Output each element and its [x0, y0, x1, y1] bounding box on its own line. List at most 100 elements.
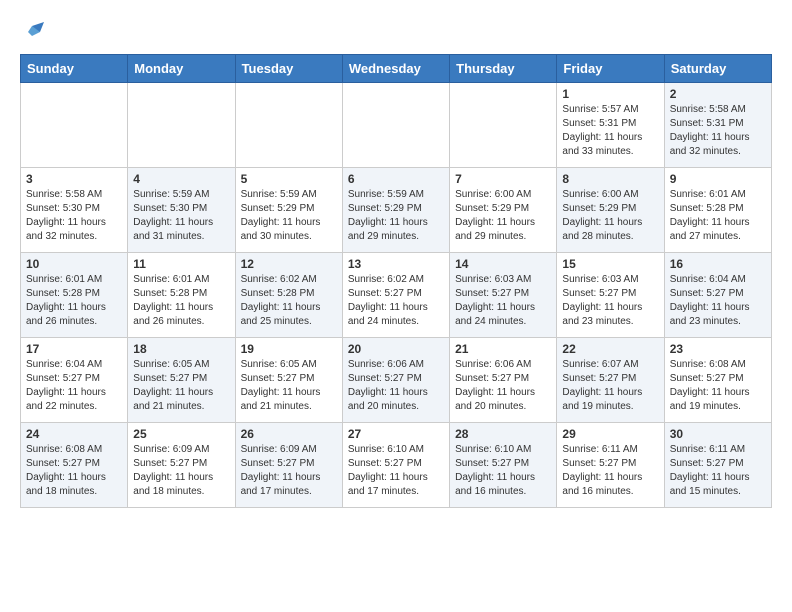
day-number: 7	[455, 172, 551, 186]
week-row-3: 10 Sunrise: 6:01 AM Sunset: 5:28 PM Dayli…	[21, 253, 772, 338]
day-info: Sunrise: 6:11 AM Sunset: 5:27 PM Dayligh…	[562, 443, 658, 499]
day-info: Sunrise: 5:58 AM Sunset: 5:31 PM Dayligh…	[670, 103, 766, 159]
day-number: 1	[562, 87, 658, 101]
day-cell: 24 Sunrise: 6:08 AM Sunset: 5:27 PM Dayli…	[21, 423, 128, 508]
day-cell: 16 Sunrise: 6:04 AM Sunset: 5:27 PM Dayli…	[664, 253, 771, 338]
day-number: 24	[26, 427, 122, 441]
col-header-thursday: Thursday	[450, 55, 557, 83]
day-number: 19	[241, 342, 337, 356]
day-cell	[342, 83, 449, 168]
day-number: 29	[562, 427, 658, 441]
day-number: 28	[455, 427, 551, 441]
day-info: Sunrise: 6:10 AM Sunset: 5:27 PM Dayligh…	[455, 443, 551, 499]
day-cell: 25 Sunrise: 6:09 AM Sunset: 5:27 PM Dayli…	[128, 423, 235, 508]
day-number: 4	[133, 172, 229, 186]
day-number: 10	[26, 257, 122, 271]
week-row-1: 1 Sunrise: 5:57 AM Sunset: 5:31 PM Daylig…	[21, 83, 772, 168]
day-number: 6	[348, 172, 444, 186]
day-cell: 19 Sunrise: 6:05 AM Sunset: 5:27 PM Dayli…	[235, 338, 342, 423]
day-info: Sunrise: 6:01 AM Sunset: 5:28 PM Dayligh…	[133, 273, 229, 329]
week-row-5: 24 Sunrise: 6:08 AM Sunset: 5:27 PM Dayli…	[21, 423, 772, 508]
day-info: Sunrise: 6:07 AM Sunset: 5:27 PM Dayligh…	[562, 358, 658, 414]
day-info: Sunrise: 6:02 AM Sunset: 5:27 PM Dayligh…	[348, 273, 444, 329]
day-info: Sunrise: 5:59 AM Sunset: 5:30 PM Dayligh…	[133, 188, 229, 244]
day-number: 16	[670, 257, 766, 271]
day-cell: 4 Sunrise: 5:59 AM Sunset: 5:30 PM Daylig…	[128, 168, 235, 253]
day-cell: 29 Sunrise: 6:11 AM Sunset: 5:27 PM Dayli…	[557, 423, 664, 508]
week-row-2: 3Sunrise: 5:58 AM Sunset: 5:30 PM Daylig…	[21, 168, 772, 253]
col-header-sunday: Sunday	[21, 55, 128, 83]
day-cell: 8 Sunrise: 6:00 AM Sunset: 5:29 PM Daylig…	[557, 168, 664, 253]
day-info: Sunrise: 5:57 AM Sunset: 5:31 PM Dayligh…	[562, 103, 658, 159]
day-number: 12	[241, 257, 337, 271]
day-cell: 26 Sunrise: 6:09 AM Sunset: 5:27 PM Dayli…	[235, 423, 342, 508]
col-header-saturday: Saturday	[664, 55, 771, 83]
day-info: Sunrise: 5:59 AM Sunset: 5:29 PM Dayligh…	[241, 188, 337, 244]
day-cell: 23 Sunrise: 6:08 AM Sunset: 5:27 PM Dayli…	[664, 338, 771, 423]
logo-bird-icon	[24, 20, 48, 44]
day-number: 17	[26, 342, 122, 356]
col-header-friday: Friday	[557, 55, 664, 83]
day-cell: 3Sunrise: 5:58 AM Sunset: 5:30 PM Daylig…	[21, 168, 128, 253]
day-number: 22	[562, 342, 658, 356]
day-number: 18	[133, 342, 229, 356]
day-number: 2	[670, 87, 766, 101]
day-number: 26	[241, 427, 337, 441]
day-cell: 22 Sunrise: 6:07 AM Sunset: 5:27 PM Dayli…	[557, 338, 664, 423]
day-info: Sunrise: 6:09 AM Sunset: 5:27 PM Dayligh…	[241, 443, 337, 499]
day-cell: 10 Sunrise: 6:01 AM Sunset: 5:28 PM Dayli…	[21, 253, 128, 338]
day-info: Sunrise: 6:05 AM Sunset: 5:27 PM Dayligh…	[241, 358, 337, 414]
day-cell: 17 Sunrise: 6:04 AM Sunset: 5:27 PM Dayli…	[21, 338, 128, 423]
day-info: Sunrise: 6:05 AM Sunset: 5:27 PM Dayligh…	[133, 358, 229, 414]
day-cell: 6 Sunrise: 5:59 AM Sunset: 5:29 PM Daylig…	[342, 168, 449, 253]
day-cell: 5 Sunrise: 5:59 AM Sunset: 5:29 PM Daylig…	[235, 168, 342, 253]
day-info: Sunrise: 6:00 AM Sunset: 5:29 PM Dayligh…	[455, 188, 551, 244]
day-info: Sunrise: 6:08 AM Sunset: 5:27 PM Dayligh…	[670, 358, 766, 414]
day-cell: 15 Sunrise: 6:03 AM Sunset: 5:27 PM Dayli…	[557, 253, 664, 338]
day-cell: 28 Sunrise: 6:10 AM Sunset: 5:27 PM Dayli…	[450, 423, 557, 508]
day-info: Sunrise: 5:58 AM Sunset: 5:30 PM Dayligh…	[26, 188, 122, 244]
week-row-4: 17 Sunrise: 6:04 AM Sunset: 5:27 PM Dayli…	[21, 338, 772, 423]
day-number: 21	[455, 342, 551, 356]
col-header-monday: Monday	[128, 55, 235, 83]
day-number: 14	[455, 257, 551, 271]
day-info: Sunrise: 6:04 AM Sunset: 5:27 PM Dayligh…	[26, 358, 122, 414]
day-info: Sunrise: 6:03 AM Sunset: 5:27 PM Dayligh…	[562, 273, 658, 329]
day-number: 25	[133, 427, 229, 441]
day-cell: 27Sunrise: 6:10 AM Sunset: 5:27 PM Dayli…	[342, 423, 449, 508]
day-info: Sunrise: 6:04 AM Sunset: 5:27 PM Dayligh…	[670, 273, 766, 329]
day-info: Sunrise: 6:11 AM Sunset: 5:27 PM Dayligh…	[670, 443, 766, 499]
day-info: Sunrise: 6:01 AM Sunset: 5:28 PM Dayligh…	[26, 273, 122, 329]
day-cell	[128, 83, 235, 168]
day-info: Sunrise: 6:06 AM Sunset: 5:27 PM Dayligh…	[455, 358, 551, 414]
day-number: 9	[670, 172, 766, 186]
day-cell: 21 Sunrise: 6:06 AM Sunset: 5:27 PM Dayli…	[450, 338, 557, 423]
day-info: Sunrise: 5:59 AM Sunset: 5:29 PM Dayligh…	[348, 188, 444, 244]
day-number: 30	[670, 427, 766, 441]
day-number: 5	[241, 172, 337, 186]
col-header-wednesday: Wednesday	[342, 55, 449, 83]
day-cell: 30 Sunrise: 6:11 AM Sunset: 5:27 PM Dayli…	[664, 423, 771, 508]
day-info: Sunrise: 6:00 AM Sunset: 5:29 PM Dayligh…	[562, 188, 658, 244]
day-cell: 7 Sunrise: 6:00 AM Sunset: 5:29 PM Daylig…	[450, 168, 557, 253]
day-number: 27	[348, 427, 444, 441]
day-info: Sunrise: 6:02 AM Sunset: 5:28 PM Dayligh…	[241, 273, 337, 329]
day-info: Sunrise: 6:06 AM Sunset: 5:27 PM Dayligh…	[348, 358, 444, 414]
day-cell: 14Sunrise: 6:03 AM Sunset: 5:27 PM Dayli…	[450, 253, 557, 338]
day-cell: 13 Sunrise: 6:02 AM Sunset: 5:27 PM Dayli…	[342, 253, 449, 338]
day-number: 23	[670, 342, 766, 356]
day-number: 15	[562, 257, 658, 271]
day-cell: 2 Sunrise: 5:58 AM Sunset: 5:31 PM Daylig…	[664, 83, 771, 168]
day-number: 11	[133, 257, 229, 271]
day-cell	[450, 83, 557, 168]
day-info: Sunrise: 6:08 AM Sunset: 5:27 PM Dayligh…	[26, 443, 122, 499]
day-cell: 12 Sunrise: 6:02 AM Sunset: 5:28 PM Dayli…	[235, 253, 342, 338]
day-cell	[21, 83, 128, 168]
day-cell: 1 Sunrise: 5:57 AM Sunset: 5:31 PM Daylig…	[557, 83, 664, 168]
day-info: Sunrise: 6:09 AM Sunset: 5:27 PM Dayligh…	[133, 443, 229, 499]
calendar-header-row: SundayMondayTuesdayWednesdayThursdayFrid…	[21, 55, 772, 83]
day-number: 13	[348, 257, 444, 271]
day-cell: 11 Sunrise: 6:01 AM Sunset: 5:28 PM Dayli…	[128, 253, 235, 338]
day-number: 8	[562, 172, 658, 186]
day-cell	[235, 83, 342, 168]
